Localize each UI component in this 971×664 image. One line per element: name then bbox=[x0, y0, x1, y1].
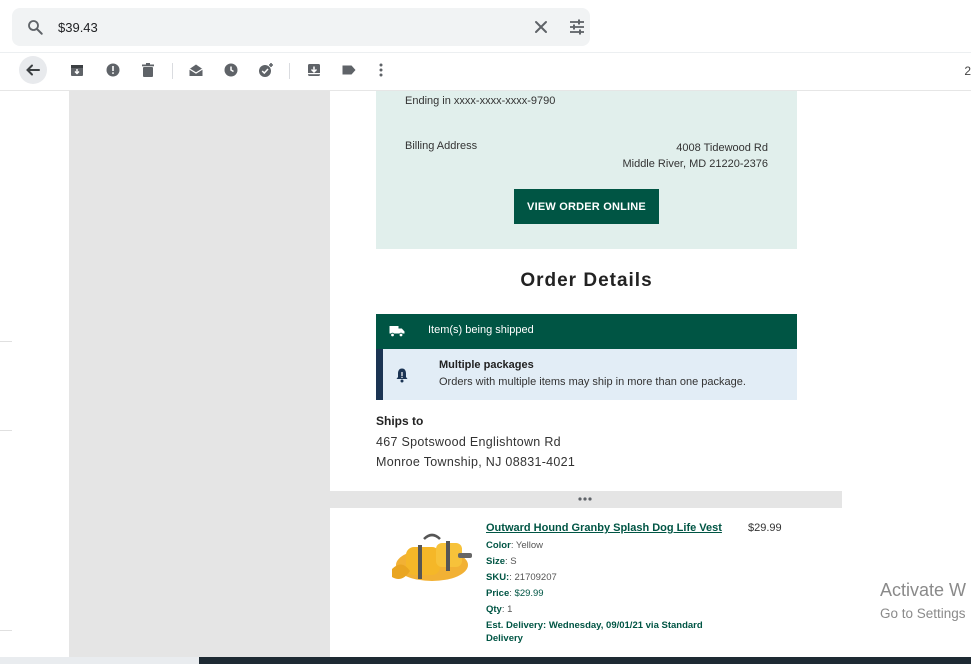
estimated-delivery: Est. Delivery: Wednesday, 09/01/21 via S… bbox=[486, 620, 703, 644]
notice-text: Orders with multiple items may ship in m… bbox=[439, 376, 746, 388]
notice-title: Multiple packages bbox=[439, 359, 534, 371]
sku-value: 21709207 bbox=[514, 572, 557, 583]
labels-button[interactable] bbox=[335, 56, 363, 84]
ships-to-address-line2: Monroe Township, NJ 08831-4021 bbox=[376, 455, 576, 469]
mark-unread-button[interactable] bbox=[182, 56, 210, 84]
toolbar-edge-text: 2 bbox=[964, 64, 971, 78]
add-to-tasks-button[interactable] bbox=[252, 56, 280, 84]
move-to-icon bbox=[308, 64, 320, 76]
price-value: $29.99 bbox=[514, 588, 544, 599]
product-qty: Qty: 1 bbox=[486, 604, 513, 615]
search-options-icon[interactable] bbox=[568, 18, 586, 36]
billing-address-label: Billing Address bbox=[405, 140, 478, 152]
archive-icon bbox=[71, 65, 83, 76]
search-input[interactable] bbox=[58, 8, 498, 46]
multiple-packages-notice: Multiple packages Orders with multiple i… bbox=[376, 349, 797, 400]
product-size: Size: S bbox=[486, 556, 517, 567]
show-trimmed-content-icon[interactable] bbox=[576, 494, 594, 504]
label-icon bbox=[342, 65, 356, 75]
product-unit-price: Price: $29.99 bbox=[486, 588, 544, 599]
search-icon[interactable] bbox=[26, 18, 44, 36]
product-name-link[interactable]: Outward Hound Granby Splash Dog Life Ves… bbox=[486, 522, 722, 534]
ships-to-label: Ships to bbox=[376, 414, 424, 428]
billing-address: 4008 Tidewood Rd Middle River, MD 21220-… bbox=[622, 140, 768, 172]
billing-address-line1: 4008 Tidewood Rd bbox=[676, 142, 768, 154]
delete-button[interactable] bbox=[134, 56, 162, 84]
report-spam-icon bbox=[106, 63, 120, 77]
toolbar-divider bbox=[289, 63, 290, 79]
card-ending: Ending in xxxx-xxxx-xxxx-9790 bbox=[405, 95, 556, 107]
billing-address-line2: Middle River, MD 21220-2376 bbox=[622, 158, 768, 170]
product-sku: SKU:: 21709207 bbox=[486, 572, 557, 583]
qty-value: 1 bbox=[507, 604, 513, 615]
gutter-mark bbox=[0, 341, 12, 342]
taskbar-strip bbox=[199, 657, 971, 664]
order-details-title: Order Details bbox=[520, 270, 653, 291]
product-color: Color: Yellow bbox=[486, 540, 544, 551]
product-price: $29.99 bbox=[748, 522, 782, 534]
ships-to-address-line1: 467 Spotswood Englishtown Rd bbox=[376, 435, 561, 449]
move-to-button[interactable] bbox=[300, 56, 328, 84]
activate-windows-subtitle: Go to Settings bbox=[880, 606, 966, 621]
more-options-button[interactable] bbox=[367, 56, 395, 84]
archive-button[interactable] bbox=[63, 56, 91, 84]
toolbar-divider bbox=[172, 63, 173, 79]
snooze-button[interactable] bbox=[217, 56, 245, 84]
back-arrow-icon bbox=[26, 64, 40, 76]
size-label: Size bbox=[486, 556, 506, 567]
shipping-banner: Item(s) being shipped bbox=[376, 314, 797, 349]
message-toolbar: 2 bbox=[0, 56, 971, 88]
trash-icon bbox=[142, 63, 154, 77]
clock-icon bbox=[224, 63, 238, 77]
divider bbox=[0, 52, 971, 53]
truck-icon bbox=[389, 326, 405, 338]
report-spam-button[interactable] bbox=[99, 56, 127, 84]
add-task-icon bbox=[259, 63, 273, 77]
color-value: Yellow bbox=[515, 540, 544, 551]
sku-label: SKU: bbox=[486, 572, 510, 583]
color-label: Color bbox=[486, 540, 511, 551]
gutter-mark bbox=[0, 430, 12, 431]
gutter-mark bbox=[0, 630, 12, 631]
back-button[interactable] bbox=[19, 56, 47, 84]
mark-unread-icon bbox=[189, 64, 203, 76]
clear-search-icon[interactable] bbox=[533, 19, 549, 35]
shipping-label: Item(s) being shipped bbox=[428, 324, 534, 336]
price-label: Price bbox=[486, 588, 510, 599]
bell-icon bbox=[396, 368, 408, 383]
product-image[interactable] bbox=[388, 525, 476, 593]
view-order-online-button[interactable]: VIEW ORDER ONLINE bbox=[514, 189, 659, 224]
more-vert-icon bbox=[379, 63, 383, 77]
activate-windows-watermark: Activate W bbox=[880, 580, 967, 600]
search-bar bbox=[12, 8, 590, 46]
qty-label: Qty bbox=[486, 604, 502, 615]
size-value: S bbox=[510, 556, 517, 567]
